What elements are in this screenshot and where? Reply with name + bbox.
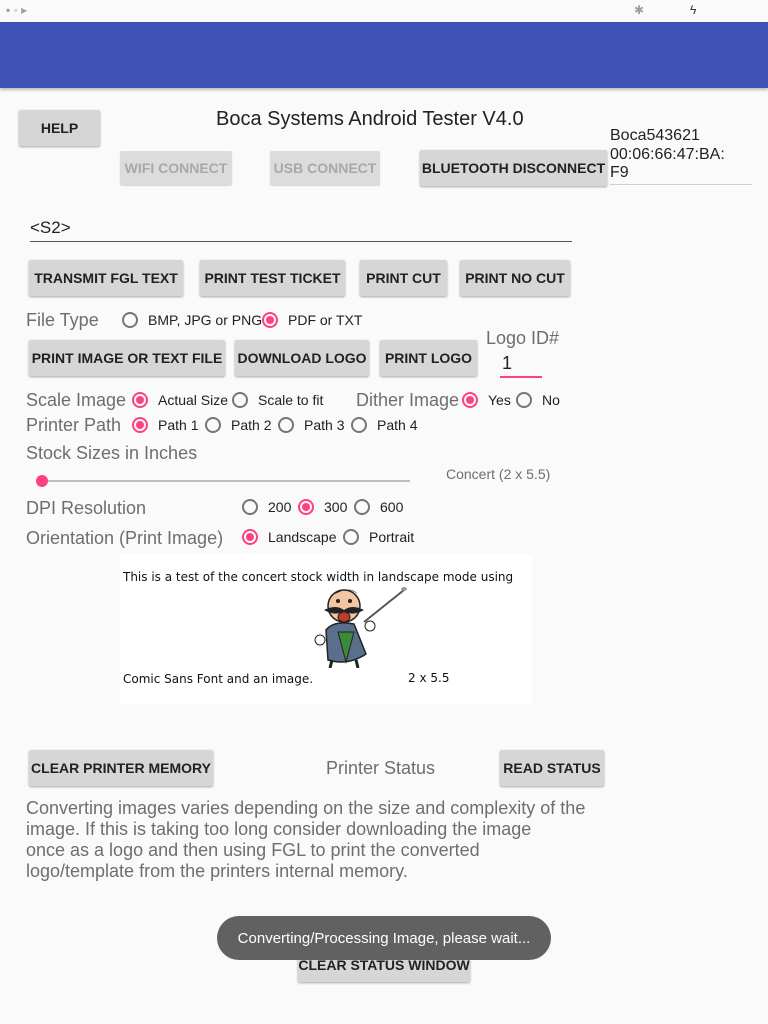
scale-to-fit-radio[interactable] [232, 392, 248, 408]
orientation-landscape-label: Landscape [268, 529, 337, 545]
stock-size-slider-track[interactable] [40, 480, 410, 482]
device-address: 00:06:66:47:BA: [610, 145, 725, 163]
dpi-200-label: 200 [268, 499, 292, 515]
app-bar [0, 22, 768, 88]
dither-yes-radio[interactable] [462, 392, 478, 408]
info-text-line-1: Converting images varies depending on th… [26, 798, 586, 818]
scale-image-label: Scale Image [26, 390, 127, 410]
file-type-image-radio[interactable] [122, 312, 138, 328]
print-logo-button[interactable]: PRINT LOGO [380, 340, 477, 376]
bluetooth-icon: ✱ [634, 3, 645, 17]
dpi-resolution-label: DPI Resolution [26, 498, 147, 518]
orientation-landscape-radio[interactable] [242, 529, 258, 545]
battery-icon: ϟ [690, 3, 697, 17]
orientation-portrait-label: Portrait [369, 529, 415, 545]
dpi-300-radio[interactable] [298, 499, 314, 515]
device-info-divider [610, 184, 752, 185]
preview-line-2: Comic Sans Font and an image. [123, 672, 314, 686]
fgl-text-input[interactable]: <S2> [30, 218, 71, 238]
path-4-label: Path 4 [377, 417, 418, 433]
dpi-600-label: 600 [380, 499, 404, 515]
page-title: Boca Systems Android Tester V4.0 [216, 108, 524, 130]
stock-size-value: Concert (2 x 5.5) [446, 466, 551, 482]
device-address-cont: F9 [610, 164, 629, 181]
dither-image-label: Dither Image [356, 390, 460, 410]
print-cut-button[interactable]: PRINT CUT [360, 260, 447, 296]
stock-size-slider-thumb[interactable] [36, 475, 48, 487]
scale-actual-size-label: Actual Size [158, 392, 229, 408]
processing-toast: Converting/Processing Image, please wait… [217, 916, 551, 960]
path-1-label: Path 1 [158, 417, 199, 433]
dither-no-label: No [542, 392, 560, 408]
logo-id-label: Logo ID# [486, 328, 560, 348]
ticket-preview: This is a test of the concert stock widt… [120, 554, 532, 704]
usb-connect-button[interactable]: USB CONNECT [270, 151, 380, 185]
dither-yes-label: Yes [488, 392, 511, 408]
read-status-button[interactable]: READ STATUS [500, 750, 604, 786]
path-1-radio[interactable] [132, 417, 148, 433]
help-button[interactable]: HELP [19, 110, 100, 146]
file-type-pdf-radio[interactable] [262, 312, 278, 328]
path-2-label: Path 2 [231, 417, 272, 433]
device-name: Boca543621 [610, 127, 700, 144]
info-text-line-3: once as a logo and then using FGL to pri… [26, 840, 480, 860]
info-text-line-2: image. If this is taking too long consid… [26, 819, 532, 839]
orientation-portrait-radio[interactable] [343, 529, 359, 545]
file-type-label: File Type [26, 310, 99, 330]
file-type-pdf-label: PDF or TXT [288, 312, 363, 328]
notification-icon: ▪ ◦ ▸ [6, 3, 28, 17]
file-type-image-label: BMP, JPG or PNG [148, 312, 263, 328]
path-2-radio[interactable] [205, 417, 221, 433]
logo-id-input[interactable]: 1 [502, 353, 512, 374]
print-image-or-text-file-button[interactable]: PRINT IMAGE OR TEXT FILE [29, 340, 225, 376]
info-text-line-4: logo/template from the printers internal… [26, 861, 408, 881]
dpi-300-label: 300 [324, 499, 348, 515]
print-test-ticket-button[interactable]: PRINT TEST TICKET [200, 260, 345, 296]
bluetooth-disconnect-button[interactable]: BLUETOOTH DISCONNECT [420, 150, 607, 186]
scale-actual-size-radio[interactable] [132, 392, 148, 408]
logo-id-underline [500, 376, 542, 378]
wifi-connect-button[interactable]: WIFI CONNECT [120, 151, 232, 185]
preview-line-1: This is a test of the concert stock widt… [123, 570, 514, 584]
printer-status-label: Printer Status [326, 758, 436, 778]
printer-path-label: Printer Path [26, 415, 122, 435]
clear-printer-memory-button[interactable]: CLEAR PRINTER MEMORY [29, 750, 213, 786]
dpi-600-radio[interactable] [354, 499, 370, 515]
dpi-200-radio[interactable] [242, 499, 258, 515]
device-info: Boca543621 00:06:66:47:BA: F9 [610, 127, 725, 183]
scale-to-fit-label: Scale to fit [258, 392, 324, 408]
info-text: Converting images varies depending on th… [26, 798, 585, 882]
orientation-label: Orientation (Print Image) [26, 528, 224, 548]
stock-sizes-label: Stock Sizes in Inches [26, 443, 198, 463]
path-3-label: Path 3 [304, 417, 345, 433]
chef-mascot-image [314, 587, 407, 668]
fgl-text-underline [30, 241, 572, 242]
status-bar: ▪ ◦ ▸ ✱ ϟ [0, 0, 768, 22]
path-3-radio[interactable] [278, 417, 294, 433]
dither-no-radio[interactable] [516, 392, 532, 408]
print-no-cut-button[interactable]: PRINT NO CUT [460, 260, 570, 296]
path-4-radio[interactable] [351, 417, 367, 433]
transmit-fgl-text-button[interactable]: TRANSMIT FGL TEXT [29, 260, 183, 296]
download-logo-button[interactable]: DOWNLOAD LOGO [235, 340, 369, 376]
preview-size: 2 x 5.5 [408, 671, 450, 685]
